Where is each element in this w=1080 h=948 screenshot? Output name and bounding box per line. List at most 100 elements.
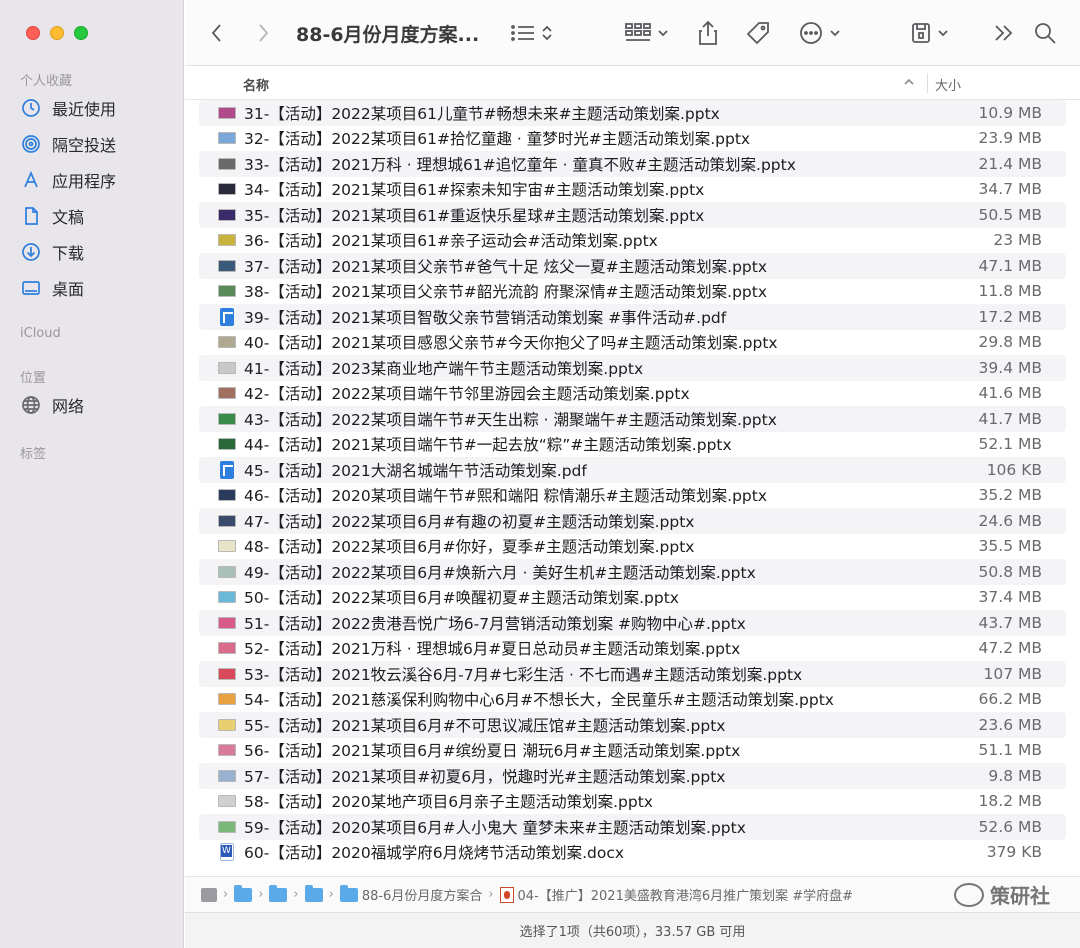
forward-button[interactable] <box>255 18 271 48</box>
file-name: 42-【活动】2022某项目端午节邻里游园会主题活动策划案.pptx <box>244 385 690 404</box>
path-item-folder[interactable] <box>304 884 323 902</box>
file-row[interactable]: 35-【活动】2021某项目61#重返快乐星球#主题活动策划案.pptx 50.5… <box>199 202 1066 228</box>
file-row[interactable]: 58-【活动】2020某地产项目6月亲子主题活动策划案.pptx 18.2 MB <box>199 789 1066 815</box>
pptx-thumbnail-icon <box>218 820 236 833</box>
file-name: 44-【活动】2021某项目端午节#一起去放“粽”#主题活动策划案.pptx <box>244 436 732 455</box>
sidebar-item-documents[interactable]: 文稿 <box>20 202 84 230</box>
sort-ascending-icon[interactable] <box>903 76 915 91</box>
file-row[interactable]: 60-【活动】2020福城学府6月烧烤节活动策划案.docx 379 KB <box>199 840 1066 866</box>
tag-button[interactable] <box>745 18 771 48</box>
file-row[interactable]: 54-【活动】2021慈溪保利购物中心6月#不想长大，全民童乐#主题活动策划案.… <box>199 687 1066 713</box>
file-size: 379 KB <box>986 843 1042 862</box>
back-button[interactable] <box>209 18 225 48</box>
file-row[interactable]: 56-【活动】2021某项目6月#缤纷夏日 潮玩6月#主题活动策划案.pptx 5… <box>199 738 1066 764</box>
path-item-current-folder[interactable]: 88-6月份月度方案合 <box>339 884 483 904</box>
column-header: 名称 大小 <box>185 66 1080 100</box>
sidebar-item-applications[interactable]: 应用程序 <box>20 166 116 194</box>
pptx-thumbnail-icon <box>218 336 236 349</box>
file-size: 51.1 MB <box>978 741 1042 760</box>
sidebar-item-label: 下载 <box>52 244 85 263</box>
file-name: 53-【活动】2021牧云溪谷6月-7月#七彩生活 · 不七而遇#主题活动策划案… <box>244 665 803 684</box>
path-item-disk[interactable] <box>201 887 217 902</box>
sidebar-item-recents[interactable]: 最近使用 <box>20 94 116 122</box>
file-name: 47-【活动】2022某项目6月#有趣の初夏#主题活动策划案.pptx <box>244 512 695 531</box>
sidebar-item-downloads[interactable]: 下载 <box>20 238 84 266</box>
file-row[interactable]: 45-【活动】2021大湖名城端午节活动策划案.pdf 106 KB <box>199 457 1066 483</box>
chevron-down-icon <box>830 30 840 37</box>
sidebar-item-airdrop[interactable]: 隔空投送 <box>20 130 116 158</box>
sidebar-section-icloud: iCloud <box>20 326 61 341</box>
file-row[interactable]: 31-【活动】2022某项目61儿童节#畅想未来#主题活动策划案.pptx 10.… <box>199 100 1066 126</box>
sidebar-item-label: 隔空投送 <box>52 136 117 155</box>
word-file-icon <box>220 843 234 862</box>
sidebar: 个人收藏 最近使用 隔空投送 应用程序 文稿 下载 桌面 iCloud 位置 网… <box>0 0 184 948</box>
search-button[interactable] <box>1033 18 1057 48</box>
folder-icon <box>304 884 323 902</box>
close-button[interactable] <box>26 26 40 40</box>
view-options-button[interactable] <box>511 18 553 48</box>
file-size: 107 MB <box>983 664 1042 683</box>
file-row[interactable]: 51-【活动】2022贵港吾悦广场6-7月营销活动策划案 #购物中心#.pptx… <box>199 610 1066 636</box>
file-row[interactable]: 36-【活动】2021某项目61#亲子运动会#活动策划案.pptx 23 MB <box>199 228 1066 254</box>
minimize-button[interactable] <box>50 26 64 40</box>
pptx-thumbnail-icon <box>218 540 236 553</box>
archive-button[interactable] <box>911 18 949 48</box>
more-icon <box>800 22 822 44</box>
sidebar-item-network[interactable]: 网络 <box>20 391 84 419</box>
grid-icon <box>625 23 651 41</box>
file-row[interactable]: 55-【活动】2021某项目6月#不可思议减压馆#主题活动策划案.pptx 23.… <box>199 712 1066 738</box>
path-folder-label: 88-6月份月度方案合 <box>361 889 483 904</box>
list-view-icon <box>511 25 534 41</box>
file-size: 23 MB <box>993 231 1042 250</box>
pptx-thumbnail-icon <box>218 489 236 502</box>
path-separator: › <box>293 887 299 902</box>
path-item-folder[interactable] <box>269 884 288 902</box>
column-divider[interactable] <box>927 73 928 93</box>
zoom-button[interactable] <box>74 26 88 40</box>
column-size[interactable]: 大小 <box>935 75 961 94</box>
file-row[interactable]: 57-【活动】2021某项目#初夏6月，悦趣时光#主题活动策划案.pptx 9.8… <box>199 763 1066 789</box>
file-name: 51-【活动】2022贵港吾悦广场6-7月营销活动策划案 #购物中心#.pptx <box>244 614 746 633</box>
path-file-label: 04-【推广】2021美盛教育港湾6月推广策划案 #学府盘# <box>517 889 854 904</box>
file-row[interactable]: 48-【活动】2022某项目6月#你好，夏季#主题活动策划案.pptx 35.5 … <box>199 534 1066 560</box>
file-row[interactable]: 43-【活动】2022某项目端午节#天生出粽 · 潮聚端午#主题活动策划案.pp… <box>199 406 1066 432</box>
action-button[interactable] <box>799 18 841 48</box>
file-name: 52-【活动】2021万科 · 理想城6月#夏日总动员#主题活动策划案.pptx <box>244 640 741 659</box>
file-name: 56-【活动】2021某项目6月#缤纷夏日 潮玩6月#主题活动策划案.pptx <box>244 742 741 761</box>
file-row[interactable]: 34-【活动】2021某项目61#探索未知宇宙#主题活动策划案.pptx 34.7… <box>199 177 1066 203</box>
file-row[interactable]: 52-【活动】2021万科 · 理想城6月#夏日总动员#主题活动策划案.pptx… <box>199 636 1066 662</box>
file-row[interactable]: 39-【活动】2021某项目智敬父亲节营销活动策划案 #事件活动#.pdf 17.… <box>199 304 1066 330</box>
file-row[interactable]: 47-【活动】2022某项目6月#有趣の初夏#主题活动策划案.pptx 24.6 … <box>199 508 1066 534</box>
sidebar-item-desktop[interactable]: 桌面 <box>20 274 84 302</box>
share-button[interactable] <box>697 18 719 48</box>
file-row[interactable]: 50-【活动】2022某项目6月#唤醒初夏#主题活动策划案.pptx 37.4 M… <box>199 585 1066 611</box>
file-name: 45-【活动】2021大湖名城端午节活动策划案.pdf <box>244 461 587 480</box>
file-row[interactable]: 46-【活动】2020某项目端午节#熙和端阳 粽情潮乐#主题活动策划案.pptx… <box>199 483 1066 509</box>
file-row[interactable]: 33-【活动】2021万科 · 理想城61#追忆童年 · 童真不败#主题活动策划… <box>199 151 1066 177</box>
sidebar-section-locations: 位置 <box>20 371 47 386</box>
file-size: 10.9 MB <box>978 103 1042 122</box>
file-size: 47.1 MB <box>978 256 1042 275</box>
path-item-file[interactable]: 04-【推广】2021美盛教育港湾6月推广策划案 #学府盘# <box>499 885 854 904</box>
file-row[interactable]: 53-【活动】2021牧云溪谷6月-7月#七彩生活 · 不七而遇#主题活动策划案… <box>199 661 1066 687</box>
file-row[interactable]: 49-【活动】2022某项目6月#焕新六月 · 美好生机#主题活动策划案.ppt… <box>199 559 1066 585</box>
sidebar-item-label: 桌面 <box>52 280 85 299</box>
column-name[interactable]: 名称 <box>243 75 269 94</box>
file-size: 11.8 MB <box>978 282 1042 301</box>
archive-icon <box>912 23 930 43</box>
file-row[interactable]: 37-【活动】2021某项目父亲节#爸气十足 炫父一夏#主题活动策划案.pptx… <box>199 253 1066 279</box>
file-row[interactable]: 41-【活动】2023某商业地产端午节主题活动策划案.pptx 39.4 MB <box>199 355 1066 381</box>
file-row[interactable]: 32-【活动】2022某项目61#拾忆童趣 · 童梦时光#主题活动策划案.ppt… <box>199 126 1066 152</box>
file-row[interactable]: 38-【活动】2021某项目父亲节#韶光流韵 府聚深情#主题活动策划案.pptx… <box>199 279 1066 305</box>
file-row[interactable]: 44-【活动】2021某项目端午节#一起去放“粽”#主题活动策划案.pptx 52… <box>199 432 1066 458</box>
more-toolbar-button[interactable] <box>993 18 1015 48</box>
file-row[interactable]: 42-【活动】2022某项目端午节邻里游园会主题活动策划案.pptx 41.6 M… <box>199 381 1066 407</box>
file-row[interactable]: 40-【活动】2021某项目感恩父亲节#今天你抱父了吗#主题活动策划案.pptx… <box>199 330 1066 356</box>
path-item-folder[interactable] <box>234 884 253 902</box>
pptx-thumbnail-icon <box>218 744 236 757</box>
wechat-logo-icon <box>954 882 984 907</box>
pptx-thumbnail-icon <box>218 565 236 578</box>
file-size: 35.5 MB <box>978 537 1042 556</box>
file-row[interactable]: 59-【活动】2020某项目6月#人小鬼大 童梦未来#主题活动策划案.pptx 5… <box>199 814 1066 840</box>
group-button[interactable] <box>625 18 669 48</box>
